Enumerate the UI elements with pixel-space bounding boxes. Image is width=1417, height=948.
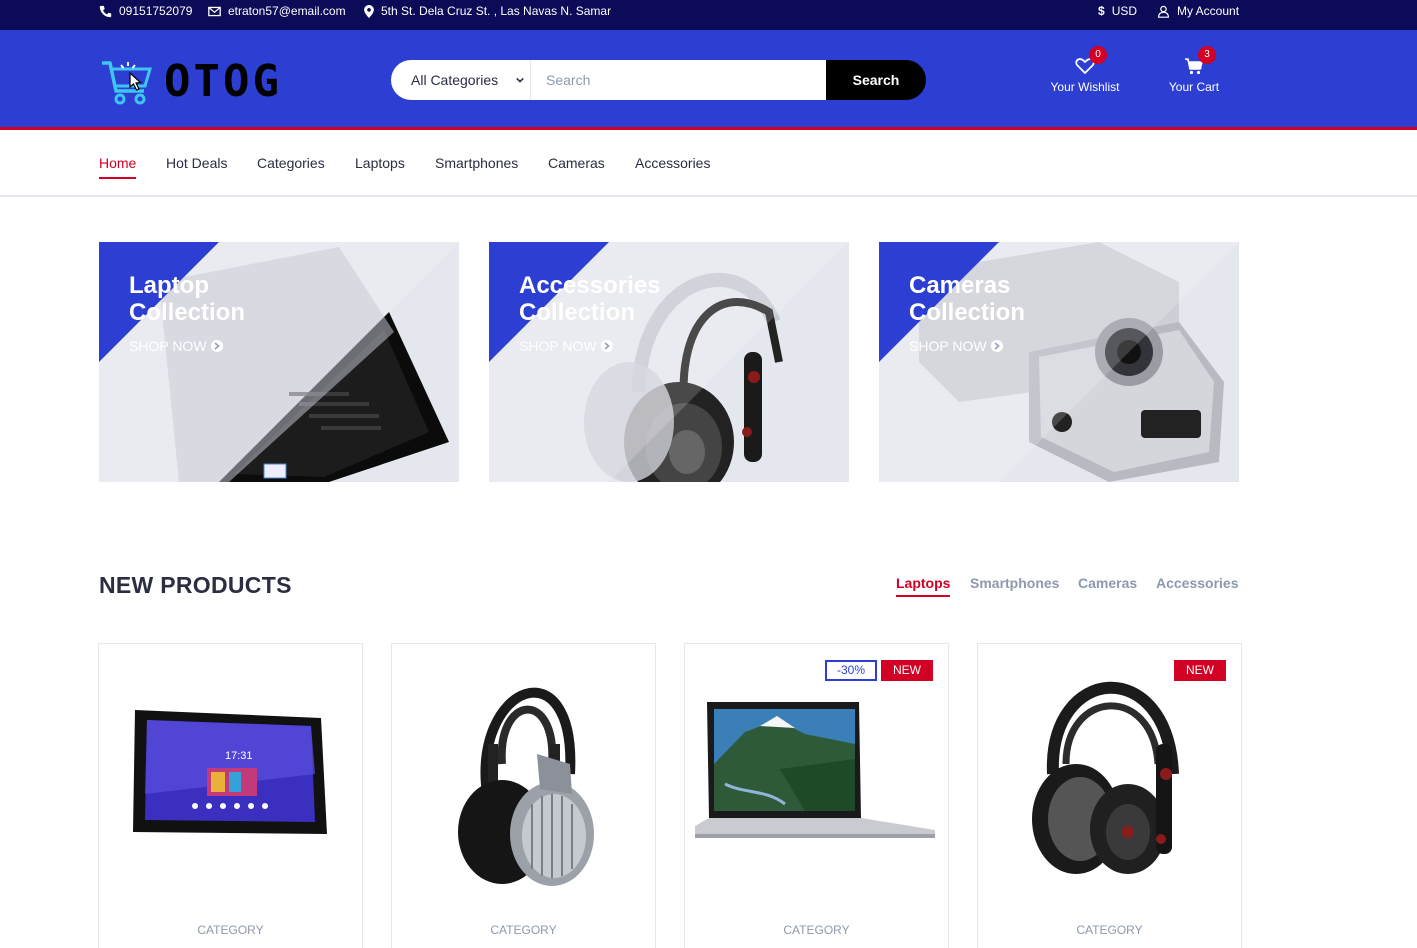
tab-accessories[interactable]: Accessories	[1156, 575, 1239, 595]
category-select-value: All Categories	[411, 72, 499, 88]
product-card[interactable]: CATEGORY	[391, 643, 656, 948]
tablet-image: 17:31	[133, 710, 327, 834]
nav-item-cameras[interactable]: Cameras	[548, 155, 605, 177]
collection-title: Laptop Collection	[129, 272, 245, 326]
tab-laptops[interactable]: Laptops	[896, 575, 951, 597]
category-select[interactable]: All Categories	[391, 60, 531, 100]
cameras-collection-banner[interactable]: Cameras Collection SHOP NOW	[879, 242, 1239, 482]
cart-link[interactable]: 3 Your Cart	[1149, 46, 1239, 94]
sale-badge: -30%	[825, 660, 878, 681]
shop-now-link[interactable]: SHOP NOW	[129, 338, 223, 354]
product-category: CATEGORY	[783, 923, 850, 937]
wishlist-link[interactable]: 0 Your Wishlist	[1040, 46, 1130, 94]
chevron-down-icon	[516, 77, 524, 83]
wishlist-label: Your Wishlist	[1050, 80, 1120, 94]
headphones-image	[458, 687, 594, 886]
collection-title-line2: Collection	[519, 299, 636, 326]
laptop-collection-banner[interactable]: Laptop Collection SHOP NOW	[99, 242, 459, 482]
cart-count-badge: 3	[1198, 46, 1216, 64]
product-card[interactable]: 17:31 CATEGORY	[98, 643, 363, 948]
email-link[interactable]: etraton57@email.com	[208, 0, 346, 22]
search-button[interactable]: Search	[826, 60, 926, 100]
address-link[interactable]: 5th St. Dela Cruz St. , Las Navas N. Sam…	[364, 0, 611, 22]
main-nav: Home Hot Deals Categories Laptops Smartp…	[0, 133, 1417, 197]
dollar-icon: $	[1098, 4, 1105, 18]
shop-now-text: SHOP NOW	[129, 338, 207, 354]
tab-smartphones[interactable]: Smartphones	[970, 575, 1059, 595]
arrow-circle-right-icon	[990, 340, 1003, 352]
shop-now-text: SHOP NOW	[909, 338, 987, 354]
arrow-circle-right-icon	[210, 340, 223, 352]
section-title: NEW PRODUCTS	[99, 572, 292, 598]
search-form: All Categories Search Search	[391, 60, 926, 100]
search-placeholder: Search	[546, 72, 591, 88]
laptop-image	[695, 702, 935, 838]
logo[interactable]: OTOG	[100, 57, 282, 107]
account-text: My Account	[1177, 4, 1240, 18]
svg-text:17:31: 17:31	[225, 750, 253, 762]
collection-title: Cameras Collection	[909, 272, 1025, 326]
phone-text: 09151752079	[119, 4, 193, 18]
product-category: CATEGORY	[490, 923, 557, 937]
new-badge: NEW	[881, 660, 933, 681]
arrow-circle-right-icon	[600, 340, 613, 352]
header: OTOG All Categories Search Search 0 Your…	[0, 30, 1417, 130]
cart-label: Your Cart	[1168, 80, 1220, 94]
wishlist-icon-wrap: 0	[1075, 46, 1107, 76]
nav-item-categories[interactable]: Categories	[257, 155, 325, 177]
collection-title-line1: Accessories	[519, 272, 661, 299]
cart-logo-icon	[102, 61, 153, 105]
cart-icon-wrap: 3	[1184, 46, 1216, 76]
headphones-image	[1032, 681, 1179, 874]
nav-item-hot-deals[interactable]: Hot Deals	[166, 155, 227, 177]
search-input[interactable]: Search	[531, 60, 826, 100]
logo-text: OTOG	[164, 56, 282, 107]
nav-item-smartphones[interactable]: Smartphones	[435, 155, 518, 177]
email-text: etraton57@email.com	[228, 4, 346, 18]
nav-item-accessories[interactable]: Accessories	[635, 155, 710, 177]
product-card[interactable]: -30% NEW CATEGORY	[684, 643, 949, 948]
product-card[interactable]: NEW CATEGORY	[977, 643, 1242, 948]
phone-icon	[99, 5, 112, 17]
collection-title-line1: Cameras	[909, 272, 1011, 299]
account-link[interactable]: My Account	[1157, 0, 1239, 22]
phone-link[interactable]: 09151752079	[99, 0, 192, 22]
accessories-collection-banner[interactable]: Accessories Collection SHOP NOW	[489, 242, 849, 482]
map-marker-icon	[364, 4, 374, 18]
envelope-icon	[208, 6, 221, 16]
currency-link[interactable]: $ USD	[1098, 0, 1137, 22]
shop-now-link[interactable]: SHOP NOW	[909, 338, 1003, 354]
collection-title-line1: Laptop	[129, 272, 209, 299]
nav-item-home[interactable]: Home	[99, 155, 137, 179]
user-icon	[1158, 5, 1169, 18]
currency-text: USD	[1111, 4, 1138, 18]
product-category: CATEGORY	[1076, 923, 1143, 937]
address-text: 5th St. Dela Cruz St. , Las Navas N. Sam…	[381, 4, 612, 18]
collection-title: Accessories Collection	[519, 272, 660, 326]
wishlist-count-badge: 0	[1089, 46, 1107, 64]
nav-item-laptops[interactable]: Laptops	[355, 155, 405, 177]
collection-title-line2: Collection	[909, 299, 1026, 326]
new-badge: NEW	[1174, 660, 1226, 681]
page: 09151752079 etraton57@email.com 5th St. …	[0, 0, 1417, 948]
tab-cameras[interactable]: Cameras	[1078, 575, 1137, 595]
product-category: CATEGORY	[197, 923, 264, 937]
top-bar: 09151752079 etraton57@email.com 5th St. …	[0, 0, 1417, 30]
collection-title-line2: Collection	[129, 299, 246, 326]
shop-now-link[interactable]: SHOP NOW	[519, 338, 613, 354]
shop-now-text: SHOP NOW	[519, 338, 597, 354]
